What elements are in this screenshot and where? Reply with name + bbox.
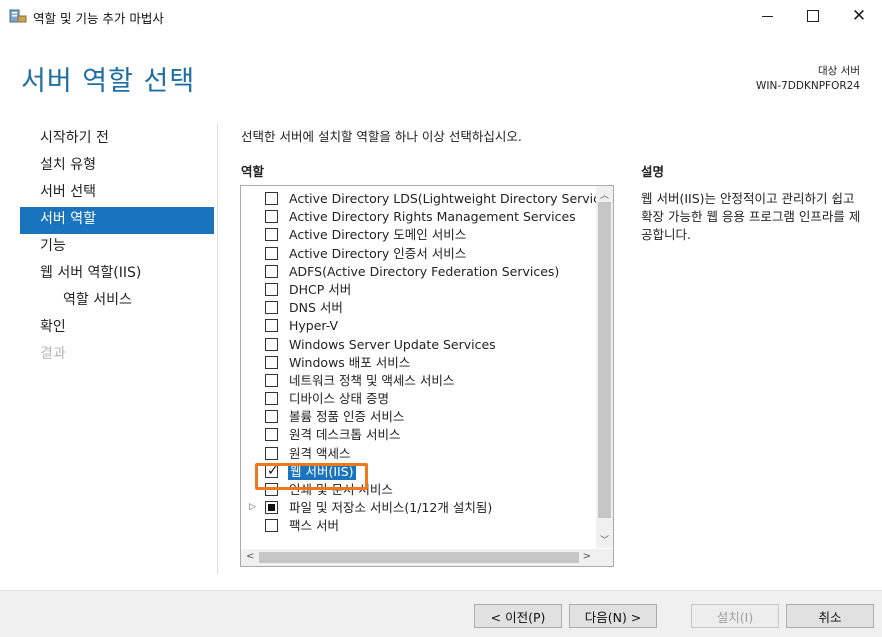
previous-button[interactable]: < 이전(P) <box>474 604 562 628</box>
role-checkbox[interactable] <box>265 410 278 424</box>
role-label: 네트워크 정책 및 액세스 서비스 <box>289 372 455 388</box>
install-button: 설치(I) <box>691 604 779 628</box>
nav-item-results: 결과 <box>40 346 66 362</box>
role-item[interactable]: Active Directory LDS(Lightweight Directo… <box>241 190 600 208</box>
role-checkbox[interactable] <box>265 246 278 260</box>
minimize-button[interactable] <box>744 0 790 32</box>
nav-divider <box>217 124 218 574</box>
title-bar: 역할 및 기능 추가 마법사 ✕ <box>0 0 882 32</box>
nav-item-features[interactable]: 기능 <box>20 234 214 261</box>
role-item[interactable]: Active Directory 도메인 서비스 <box>241 226 594 244</box>
role-checkbox[interactable] <box>265 282 278 296</box>
close-icon: ✕ <box>851 5 867 26</box>
partial-check-icon <box>268 504 275 512</box>
nav-item-confirmation[interactable]: 확인 <box>20 315 214 342</box>
scroll-thumb-horizontal[interactable] <box>259 552 579 563</box>
wizard-nav: 시작하기 전 설치 유형 서버 선택 서버 역할 기능 웹 서버 역할(IIS)… <box>20 126 214 369</box>
description-header: 설명 <box>641 164 665 179</box>
nav-item-web-server-role[interactable]: 웹 서버 역할(IIS) <box>20 261 214 288</box>
vertical-scrollbar[interactable]: ︿ ﹀ <box>596 186 613 548</box>
maximize-button[interactable] <box>790 0 836 32</box>
scroll-down-icon[interactable]: ﹀ <box>600 533 609 546</box>
role-item[interactable]: Active Directory 인증서 서비스 <box>241 245 594 263</box>
role-item[interactable]: 볼륨 정품 인증 서비스 <box>241 408 594 426</box>
nav-item-server-selection[interactable]: 서버 선택 <box>20 180 214 207</box>
scroll-left-icon[interactable]: < <box>246 551 254 562</box>
role-item[interactable]: Windows Server Update Services <box>241 336 594 354</box>
description-text: 웹 서버(IIS)는 안정적이고 관리하기 쉽고 확장 가능한 웹 응용 프로그… <box>641 191 861 242</box>
role-checkbox-partial[interactable] <box>265 501 278 515</box>
role-label: Windows 배포 서비스 <box>289 354 411 370</box>
role-checkbox[interactable] <box>265 519 278 533</box>
role-label: Active Directory 인증서 서비스 <box>289 245 467 261</box>
instruction-text: 선택한 서버에 설치할 역할을 하나 이상 선택하십시오. <box>241 129 522 144</box>
role-label: 파일 및 저장소 서비스(1/12개 설치됨) <box>289 500 493 516</box>
role-label: Active Directory Rights Management Servi… <box>289 209 576 225</box>
expand-arrow-icon[interactable]: ▷ <box>249 502 256 512</box>
role-label: 팩스 서버 <box>289 518 339 534</box>
role-checkbox[interactable] <box>265 355 278 369</box>
role-item[interactable]: 원격 데스크톱 서비스 <box>241 426 594 444</box>
role-label: 디바이스 상태 증명 <box>289 391 389 407</box>
role-label: 원격 액세스 <box>289 445 351 461</box>
role-label: 볼륨 정품 인증 서비스 <box>289 409 405 425</box>
role-item-file-storage[interactable]: ▷ 파일 및 저장소 서비스(1/12개 설치됨) <box>241 499 594 517</box>
role-checkbox[interactable] <box>265 446 278 460</box>
scroll-right-icon[interactable]: > <box>583 551 591 562</box>
destination-server-label: 대상 서버 <box>818 65 860 77</box>
role-item[interactable]: DHCP 서버 <box>241 281 594 299</box>
role-item[interactable]: Active Directory Rights Management Servi… <box>241 208 594 226</box>
nav-item-installation-type[interactable]: 설치 유형 <box>20 153 214 180</box>
role-checkbox[interactable] <box>265 428 278 442</box>
role-item[interactable]: 디바이스 상태 증명 <box>241 390 594 408</box>
role-checkbox[interactable] <box>265 319 278 333</box>
role-checkbox[interactable] <box>265 392 278 406</box>
role-item[interactable]: 원격 액세스 <box>241 445 594 463</box>
roles-list[interactable]: Active Directory LDS(Lightweight Directo… <box>240 185 614 567</box>
horizontal-scrollbar[interactable]: < > <box>241 549 596 566</box>
page-title: 서버 역할 선택 <box>21 66 196 97</box>
role-item[interactable]: DNS 서버 <box>241 299 594 317</box>
close-button[interactable]: ✕ <box>836 0 882 32</box>
role-checkbox[interactable] <box>265 337 278 351</box>
role-item[interactable]: ADFS(Active Directory Federation Service… <box>241 263 594 281</box>
nav-item-server-roles[interactable]: 서버 역할 <box>20 207 214 234</box>
nav-item-role-services[interactable]: 역할 서비스 <box>20 288 214 315</box>
role-label: Windows Server Update Services <box>289 336 496 352</box>
scroll-thumb[interactable] <box>598 202 611 518</box>
minimize-icon <box>761 15 773 17</box>
role-checkbox[interactable] <box>265 301 278 315</box>
role-checkbox[interactable] <box>265 264 278 278</box>
annotation-highlight <box>255 463 368 490</box>
role-label: DNS 서버 <box>289 300 343 316</box>
role-label: Active Directory 도메인 서비스 <box>289 227 467 243</box>
role-item[interactable]: 팩스 서버 <box>241 517 594 535</box>
role-label: Active Directory LDS(Lightweight Directo… <box>289 191 601 206</box>
next-button[interactable]: 다음(N) > <box>569 604 657 628</box>
wizard-footer: < 이전(P) 다음(N) > 설치(I) 취소 <box>0 590 882 637</box>
cancel-button[interactable]: 취소 <box>786 604 874 628</box>
maximize-icon <box>807 10 819 22</box>
window-title: 역할 및 기능 추가 마법사 <box>33 11 164 26</box>
role-item[interactable]: Hyper-V <box>241 317 594 335</box>
roles-header: 역할 <box>241 164 265 179</box>
role-checkbox[interactable] <box>265 192 278 205</box>
scrollbar-corner <box>596 549 613 566</box>
destination-server-name: WIN-7DDKNPFOR24 <box>755 80 860 92</box>
nav-item-before-you-begin[interactable]: 시작하기 전 <box>20 126 214 153</box>
role-checkbox[interactable] <box>265 228 278 242</box>
server-manager-icon <box>9 9 27 23</box>
role-item[interactable]: 네트워크 정책 및 액세스 서비스 <box>241 372 594 390</box>
role-label: 원격 데스크톱 서비스 <box>289 427 401 443</box>
scroll-up-icon[interactable]: ︿ <box>600 188 609 201</box>
role-checkbox[interactable] <box>265 373 278 387</box>
role-checkbox[interactable] <box>265 210 278 224</box>
role-item[interactable]: Windows 배포 서비스 <box>241 354 594 372</box>
role-label: ADFS(Active Directory Federation Service… <box>289 263 560 279</box>
role-label: DHCP 서버 <box>289 281 352 297</box>
role-label: Hyper-V <box>289 318 339 334</box>
